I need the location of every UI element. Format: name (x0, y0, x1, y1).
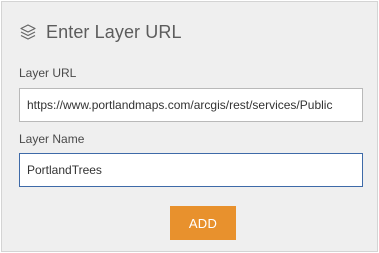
layer-url-input[interactable] (19, 88, 363, 122)
add-button[interactable]: ADD (170, 206, 236, 240)
layer-name-label: Layer Name (19, 132, 85, 146)
layers-icon (19, 23, 37, 41)
layer-name-input[interactable] (19, 153, 363, 187)
panel-header: Enter Layer URL (19, 21, 182, 43)
panel-title: Enter Layer URL (46, 21, 182, 42)
add-layer-panel: Enter Layer URL Layer URL Layer Name ADD (1, 1, 378, 252)
layer-url-label: Layer URL (19, 66, 77, 80)
